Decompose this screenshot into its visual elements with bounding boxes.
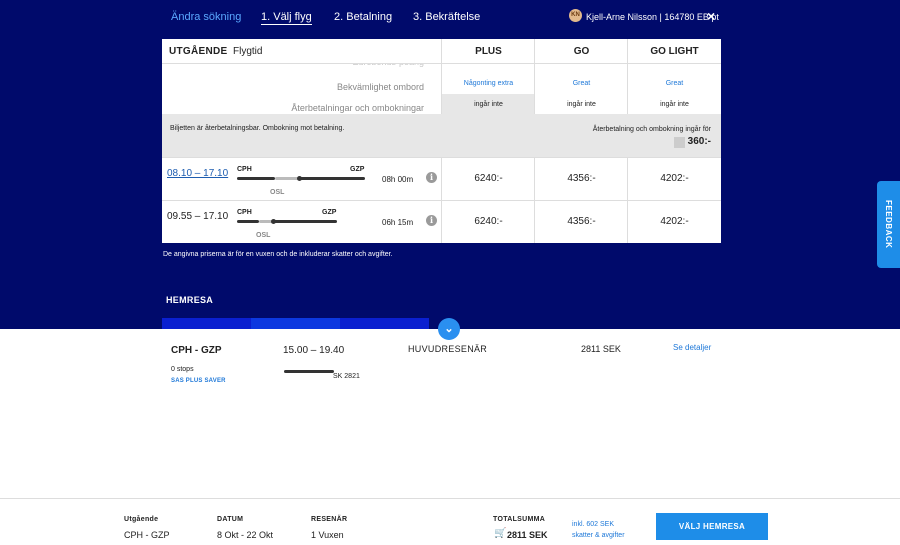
comfort-label: Bekvämlighet ombord xyxy=(336,82,424,92)
passenger-type: HUVUDRESENÄR xyxy=(408,344,488,354)
feedback-label: FEEDBACK xyxy=(884,200,893,249)
info-icon[interactable]: i xyxy=(426,215,437,226)
table-row[interactable]: 09.55 – 17.10 CPH GZP OSL 06h 15m i 6240… xyxy=(162,200,721,243)
details-link[interactable]: Se detaljer xyxy=(673,343,711,352)
column-divider xyxy=(627,158,628,200)
flight-segment-bar xyxy=(299,177,365,180)
flight-segment-bar xyxy=(237,177,275,180)
table-row[interactable]: 08.10 – 17.10 CPH GZP OSL 08h 00m i 6240… xyxy=(162,157,721,200)
price-go[interactable]: 4356:- xyxy=(535,216,628,227)
via-airport: OSL xyxy=(270,189,285,196)
avatar[interactable]: KN xyxy=(569,9,582,22)
passenger-value: 1 Vuxen xyxy=(311,530,344,540)
flight-segment-bar xyxy=(273,220,337,223)
price-plus[interactable]: 6240:- xyxy=(442,173,535,184)
flight-segment-bar xyxy=(237,220,259,223)
date-value: 8 Okt - 22 Okt xyxy=(217,530,274,540)
flight-duration: 08h 00m xyxy=(382,175,414,184)
via-airport: OSL xyxy=(256,232,271,239)
step-choose-flight[interactable]: 1. Välj flyg xyxy=(261,11,312,25)
date-tab[interactable] xyxy=(340,318,429,329)
fare-info-box: Biljetten är återbetalningsbar. Omboknin… xyxy=(162,114,721,157)
checkbox[interactable] xyxy=(674,137,685,148)
return-amount: 2811 SEK xyxy=(581,344,621,354)
column-divider xyxy=(534,158,535,200)
layover-bar xyxy=(275,177,299,180)
origin-airport: CPH xyxy=(237,166,252,173)
price-plus[interactable]: 6240:- xyxy=(442,216,535,227)
change-search-link[interactable]: Ändra sökning xyxy=(171,11,241,23)
refund-label: Återbetalningar och ombokningar xyxy=(291,103,424,113)
column-divider xyxy=(441,201,442,243)
column-go: GO xyxy=(573,46,590,57)
step-payment[interactable]: 2. Betalning xyxy=(334,11,392,23)
chevron-down-icon[interactable]: ⌄ xyxy=(438,318,460,340)
outbound-label: Utgående xyxy=(124,516,159,523)
tax-info-link[interactable]: inkl. 602 SEK xyxy=(572,521,614,528)
stops-count: 0 stops xyxy=(171,366,194,373)
total-value: 2811 SEK xyxy=(507,530,548,540)
choose-return-button[interactable]: VÄLJ HEMRESA xyxy=(656,513,768,540)
top-navigation: Ändra sökning 1. Välj flyg 2. Betalning … xyxy=(0,0,900,33)
destination-airport: GZP xyxy=(322,209,337,216)
date-tabs xyxy=(162,318,429,329)
date-label: DATUM xyxy=(217,516,244,523)
column-divider xyxy=(627,201,628,243)
refund-go: ingår inte xyxy=(567,101,596,108)
return-heading: HEMRESA xyxy=(166,295,214,305)
upgrade-price: 360:- xyxy=(687,136,711,147)
passenger-label: RESENÄR xyxy=(311,516,348,523)
booking-summary-bar: Utgående CPH - GZP DATUM 8 Okt - 22 Okt … xyxy=(0,498,900,545)
price-go-light[interactable]: 4202:- xyxy=(628,216,721,227)
column-divider xyxy=(534,201,535,243)
step-confirmation[interactable]: 3. Bekräftelse xyxy=(413,11,480,23)
user-info[interactable]: Kjell-Arne Nilsson | 164780 EB pt xyxy=(586,12,719,22)
fare-info-text: Biljetten är återbetalningsbar. Omboknin… xyxy=(170,125,345,132)
price-go-light[interactable]: 4202:- xyxy=(628,173,721,184)
flight-time[interactable]: 09.55 – 17.10 xyxy=(167,211,228,222)
price-go[interactable]: 4356:- xyxy=(535,173,628,184)
price-disclaimer: De angivna priserna är för en vuxen och … xyxy=(163,251,393,258)
flight-time-link[interactable]: 08.10 – 17.10 xyxy=(167,168,228,179)
duration-heading: Flygtid xyxy=(233,46,263,57)
comfort-go-light: Great xyxy=(665,80,684,87)
comfort-plus: Någonting extra xyxy=(463,80,514,87)
total-label: TOTALSUMMA xyxy=(493,516,546,523)
origin-airport: CPH xyxy=(237,209,252,216)
refund-plus: ingår inte xyxy=(474,101,503,108)
upgrade-info-text: Återbetalning och ombokning ingår för xyxy=(592,126,711,133)
feedback-tab[interactable]: FEEDBACK xyxy=(877,181,900,268)
flight-duration: 06h 15m xyxy=(382,218,414,227)
column-plus: PLUS xyxy=(475,46,502,57)
outbound-heading: UTGÅENDE xyxy=(169,46,228,57)
column-go-light: GO LIGHT xyxy=(650,46,699,57)
flight-segment-bar xyxy=(284,370,334,373)
flight-table: Eurobonus-poäng UTGÅENDE Flygtid PLUS GO… xyxy=(162,39,721,243)
column-divider xyxy=(441,158,442,200)
flight-number: SK 2821 xyxy=(333,373,360,380)
destination-airport: GZP xyxy=(350,166,365,173)
return-route: CPH - GZP xyxy=(171,345,222,356)
refund-go-light: ingår inte xyxy=(660,101,689,108)
comfort-go: Great xyxy=(572,80,591,87)
date-tab-active[interactable] xyxy=(251,318,340,329)
cart-icon: 🛒 xyxy=(494,528,507,539)
date-tab[interactable] xyxy=(162,318,251,329)
tax-info-link-2[interactable]: skatter & avgifter xyxy=(572,532,625,539)
return-time: 15.00 – 19.40 xyxy=(283,345,345,356)
fare-type: SAS PLUS SAVER xyxy=(171,378,226,384)
info-icon[interactable]: i xyxy=(426,172,437,183)
outbound-value: CPH - GZP xyxy=(124,530,170,540)
close-icon[interactable]: × xyxy=(707,8,715,24)
